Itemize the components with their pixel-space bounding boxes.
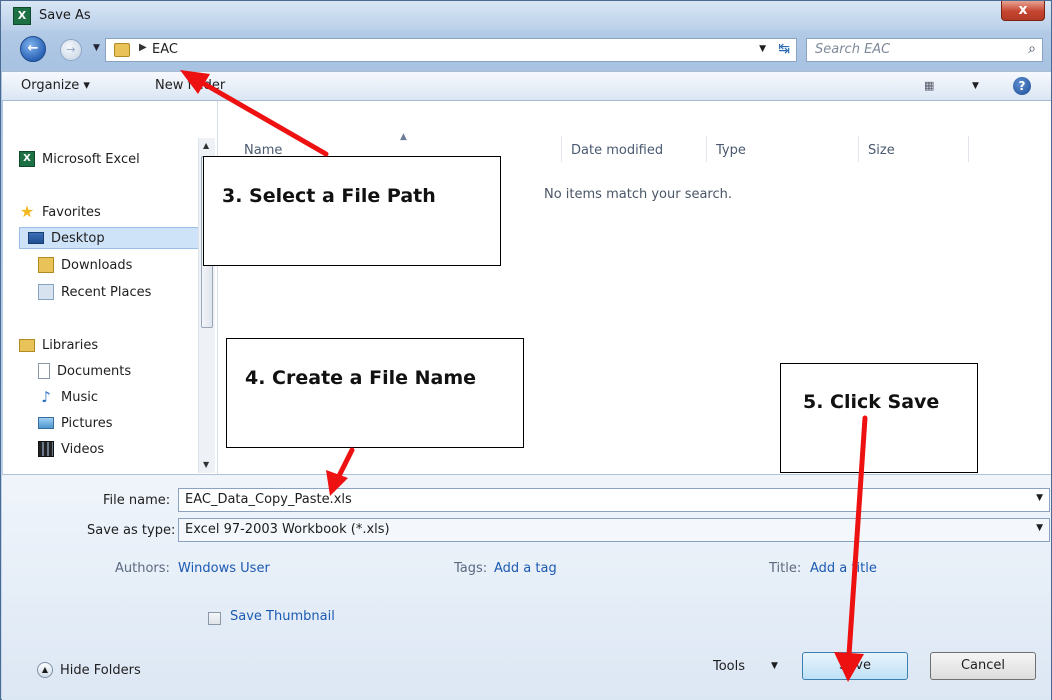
arrow-to-file-name [335,447,355,481]
arrow-to-save-head [834,652,864,682]
arrow-to-save [846,415,868,658]
annotation-arrows [180,70,868,682]
arrow-to-file-name-head [326,470,348,496]
arrow-to-file-path [191,75,329,157]
